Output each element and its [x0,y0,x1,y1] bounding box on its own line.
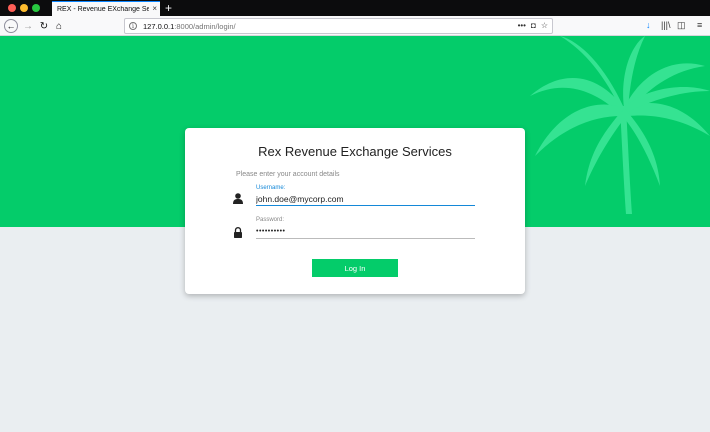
password-input[interactable] [256,225,475,239]
url-text[interactable]: 127.0.0.1:8000/admin/login/ [143,22,236,31]
tab-close-icon[interactable]: × [152,4,157,14]
user-icon [233,193,243,204]
site-info-icon[interactable]: i [129,22,137,30]
url-host: 127.0.0.1 [143,21,175,31]
back-button[interactable]: ← [4,19,18,33]
pocket-icon[interactable]: ◘ [531,21,536,30]
sidebar-toggle-icon[interactable]: ◫ [677,20,686,31]
downloads-icon[interactable]: ↓ [646,20,651,30]
url-path: :8000/admin/login/ [174,21,236,31]
window-close-button[interactable] [8,4,16,12]
browser-tab-active[interactable]: REX - Revenue EXchange Service × [52,1,160,16]
palm-tree-illustration [530,36,710,214]
login-title: Rex Revenue Exchange Services [258,144,452,159]
hamburger-menu-icon[interactable]: ≡ [697,20,702,30]
new-tab-button[interactable]: + [165,1,172,15]
bookmark-star-icon[interactable]: ☆ [541,21,548,30]
browser-tab-bar: REX - Revenue EXchange Service × + [0,0,710,16]
window-zoom-button[interactable] [32,4,40,12]
page-actions: ••• ◘ ☆ [518,21,548,30]
login-subtitle: Please enter your account details [236,171,340,178]
browser-toolbar: ← → ↻ ⌂ i 127.0.0.1:8000/admin/login/ ••… [0,16,710,36]
home-button[interactable]: ⌂ [52,19,66,33]
login-card: Rex Revenue Exchange Services Please ent… [185,128,525,294]
reload-button[interactable]: ↻ [37,19,51,33]
password-label: Password: [256,217,285,223]
lock-icon [234,227,242,238]
address-bar[interactable]: i 127.0.0.1:8000/admin/login/ ••• ◘ ☆ [124,18,553,34]
login-button[interactable]: Log In [312,259,398,277]
forward-button[interactable]: → [21,19,35,33]
tab-title: REX - Revenue EXchange Service [57,5,149,13]
library-icon[interactable]: |||\ [661,20,671,30]
page-actions-menu-icon[interactable]: ••• [518,21,526,30]
username-input[interactable] [256,192,475,206]
window-minimize-button[interactable] [20,4,28,12]
username-label: Username: [256,185,286,191]
